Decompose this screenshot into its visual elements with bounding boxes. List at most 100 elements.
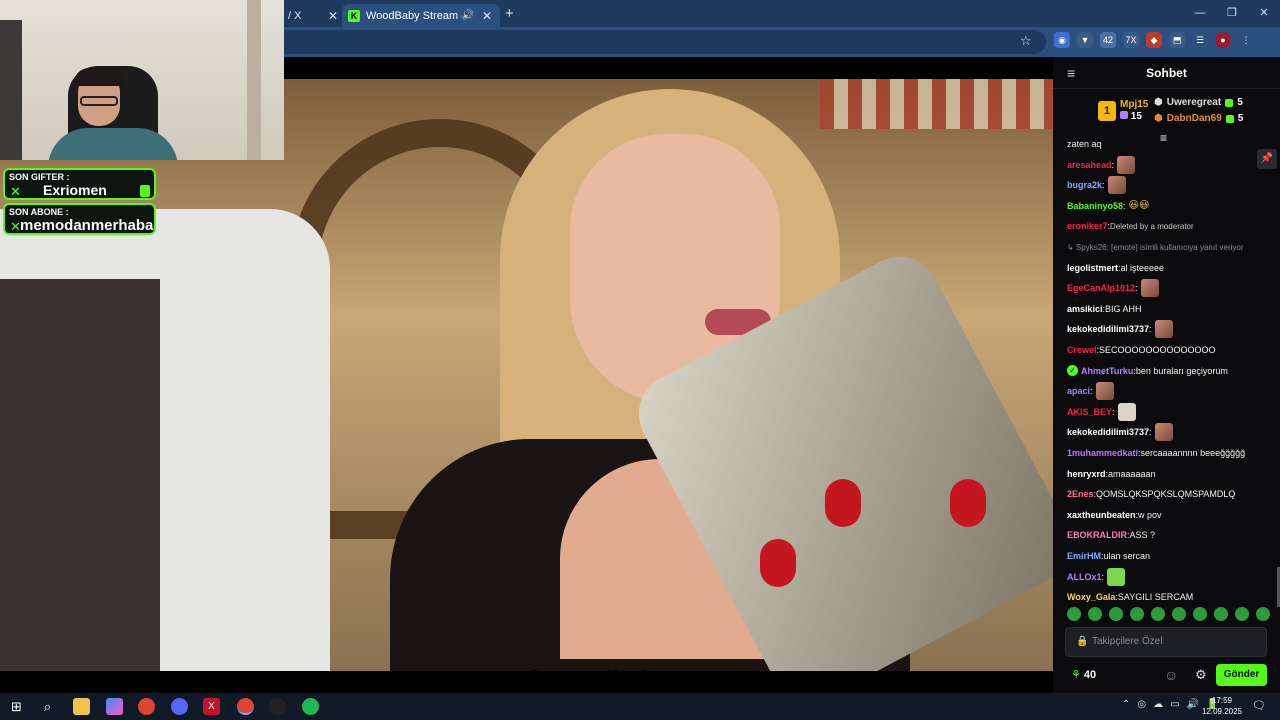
emote-icon[interactable]	[1130, 607, 1144, 621]
extension-icon[interactable]: ◆	[1146, 32, 1162, 48]
gifter-name: Exriomen	[43, 182, 107, 198]
chat-settings-gear-icon[interactable]: ⚙	[1195, 667, 1207, 683]
chat-message: eroniker7: Deleted by a moderator	[1067, 217, 1194, 235]
bookmark-star-icon[interactable]: ☆	[1020, 33, 1032, 49]
close-window-button[interactable]: ✕	[1248, 0, 1280, 27]
leaderboard-second[interactable]: ⬢ Uweregreat 5	[1154, 97, 1243, 108]
emote-icon[interactable]	[1193, 607, 1207, 621]
emote-icon[interactable]	[1109, 607, 1123, 621]
chat-text: BIG AHH	[1105, 303, 1142, 314]
chat-input[interactable]: 🔒 Takipçilere Özel	[1065, 627, 1267, 657]
chat-username[interactable]: aresahead	[1067, 160, 1112, 170]
extensions-bar: ◉ ▼ 42 7X ◆ ⬒ ☰ ● ⋮	[1054, 32, 1254, 48]
chat-username[interactable]: kekokedidilimi3737	[1067, 427, 1149, 437]
search-icon[interactable]: ⌕	[39, 698, 56, 715]
emote-icon[interactable]	[1256, 607, 1270, 621]
close-tab-icon[interactable]: ✕	[326, 9, 340, 23]
tray-chevron-icon[interactable]: ⌃	[1122, 699, 1130, 710]
chat-username[interactable]: apaci	[1067, 386, 1090, 396]
profile-avatar[interactable]: ●	[1215, 32, 1231, 48]
tray-app-icon[interactable]: ◎	[1137, 699, 1146, 710]
chat-message: EBOKRALDIR: ASS ?	[1067, 526, 1155, 544]
chat-message: ↳ Spyks26: [emote] isimli kullanıcıya ya…	[1067, 238, 1244, 256]
emote-picker-icon[interactable]: ☺	[1164, 667, 1178, 683]
chat-username[interactable]: kekokedidilimi3737	[1067, 324, 1149, 334]
chat-username[interactable]: EBOKRALDIR	[1067, 530, 1127, 540]
chat-username[interactable]: ALLOx1	[1067, 572, 1102, 582]
chat-username[interactable]: legolistmert	[1067, 263, 1118, 273]
chat-username[interactable]: 2Enes	[1067, 489, 1094, 499]
chat-username[interactable]: Crewel	[1067, 345, 1097, 355]
extensions-puzzle-icon[interactable]: ⬒	[1169, 32, 1185, 48]
chat-username[interactable]: EmirHM	[1067, 551, 1101, 561]
extension-icon[interactable]: 7X	[1123, 32, 1139, 48]
tab-x[interactable]: / X ✕	[284, 4, 340, 27]
chat-username[interactable]: Babaninyo58	[1067, 201, 1123, 211]
notification-icon[interactable]: 🗨	[1252, 699, 1266, 712]
gift-icon	[1225, 98, 1234, 107]
leaderboard-first[interactable]: 1 Mpj15 15	[1098, 99, 1148, 123]
chat-username[interactable]: 1muhammedkati	[1067, 448, 1138, 458]
rank-medal-icon: 1	[1098, 101, 1116, 121]
cloud-icon[interactable]: ☁	[1153, 699, 1163, 710]
tab-woodbaby-stream[interactable]: K WoodBaby Stream - Watch 🔊 ✕	[342, 4, 500, 27]
discord-icon[interactable]	[171, 698, 188, 715]
chat-username[interactable]: AhmetTurku	[1081, 366, 1133, 376]
chat-username[interactable]: Woxy_Gala	[1067, 592, 1115, 602]
chat-username[interactable]: amsikici	[1067, 304, 1103, 314]
subscriber-name: memodanmerhaba	[20, 217, 154, 234]
extension-icon[interactable]: 42	[1100, 32, 1116, 48]
emote-icon[interactable]	[1214, 607, 1228, 621]
tab-search-icon[interactable]: ☰	[1192, 32, 1208, 48]
chat-username[interactable]: eroniker7	[1067, 221, 1108, 231]
nail	[760, 539, 796, 587]
lock-icon: 🔒	[1076, 636, 1089, 647]
obs-icon[interactable]	[269, 698, 286, 715]
speaker-icon[interactable]: 🔊	[462, 10, 474, 21]
chat-message: AKIS_BEY:	[1067, 402, 1136, 421]
chrome-active-icon[interactable]	[237, 698, 254, 715]
separator: :	[1102, 180, 1105, 191]
spotify-icon[interactable]	[302, 698, 319, 715]
file-explorer-icon[interactable]	[73, 698, 90, 715]
chat-message: EmirHM: ulan sercan	[1067, 547, 1150, 565]
tab-title: / X	[288, 9, 302, 22]
chrome-icon[interactable]	[138, 698, 155, 715]
emote-icon[interactable]	[1235, 607, 1249, 621]
menu-dots-icon[interactable]: ⋮	[1238, 32, 1254, 48]
chat-username[interactable]: henryxrd	[1067, 469, 1106, 479]
chat-panel: ≡ Sohbet 1 Mpj15 15 ⬢ Uweregreat 5 ⬢ Dab…	[1053, 57, 1280, 693]
copilot-icon[interactable]	[106, 698, 123, 715]
chat-username[interactable]: EgeCanAlp1012	[1067, 283, 1135, 293]
x-app-icon[interactable]: X	[203, 698, 220, 715]
windows-start-icon[interactable]: ⊞	[8, 698, 25, 715]
minimize-button[interactable]: —	[1184, 0, 1216, 27]
streamer-hair	[74, 68, 124, 86]
restore-button[interactable]: ❐	[1216, 0, 1248, 27]
emote-icon[interactable]	[1088, 607, 1102, 621]
channel-points[interactable]: ⚘ 40	[1071, 668, 1096, 681]
address-bar[interactable]	[284, 30, 1046, 54]
send-button[interactable]: Gönder	[1216, 664, 1267, 686]
network-icon[interactable]: ▭	[1170, 699, 1179, 710]
extension-icon[interactable]: ▼	[1077, 32, 1093, 48]
emote-icon[interactable]	[1151, 607, 1165, 621]
nail	[825, 479, 861, 527]
streamer-shirt	[48, 128, 178, 160]
emote-icon[interactable]	[1067, 607, 1081, 621]
new-tab-button[interactable]: +	[505, 5, 514, 22]
glasses	[80, 96, 118, 106]
chat-username[interactable]: AKIS_BEY	[1067, 407, 1112, 417]
taskbar-clock[interactable]: 17:59 12.09.2025	[1201, 695, 1243, 717]
leaderboard-third[interactable]: ⬢ DabnDan69 5	[1154, 113, 1243, 124]
tab-title: WoodBaby Stream - Watch	[366, 9, 462, 22]
extension-icon[interactable]: ◉	[1054, 32, 1070, 48]
bronze-badge-icon: ⬢	[1154, 113, 1163, 124]
close-tab-icon[interactable]: ✕	[480, 9, 494, 23]
chat-username[interactable]: bugra2k	[1067, 180, 1102, 190]
emote-icon[interactable]	[1172, 607, 1186, 621]
volume-icon[interactable]: 🔊	[1187, 699, 1199, 710]
chat-username[interactable]: xaxtheunbeaten	[1067, 510, 1136, 520]
gifter-label: SON GIFTER :	[9, 172, 70, 182]
leader-count: 15	[1130, 111, 1142, 122]
